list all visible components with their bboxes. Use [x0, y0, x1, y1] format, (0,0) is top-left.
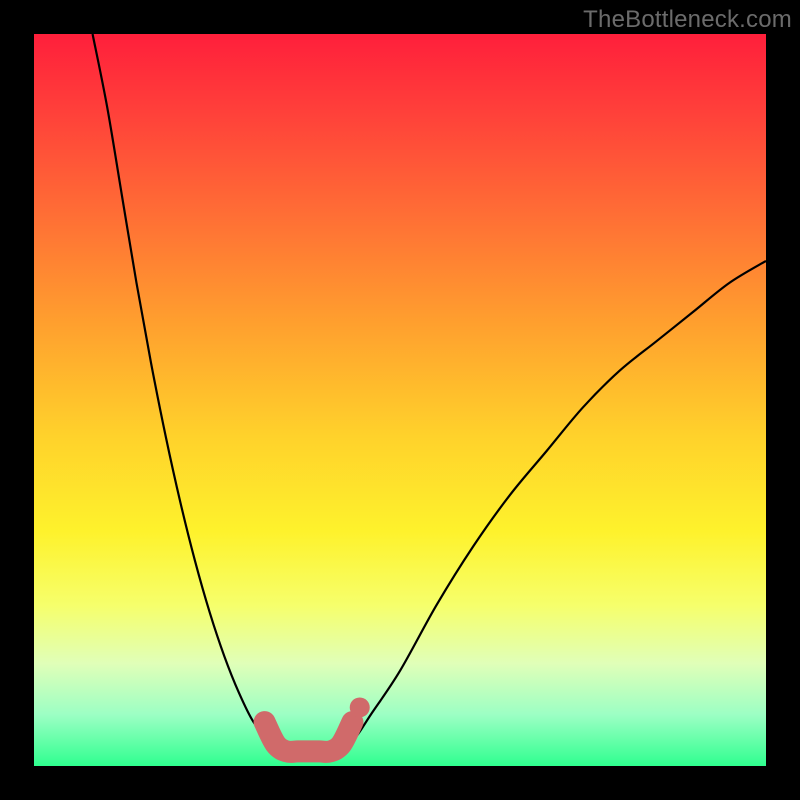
- chart-svg: [34, 34, 766, 766]
- chart-plot-area: [34, 34, 766, 766]
- left-branch-curve: [93, 34, 291, 752]
- right-branch-curve: [341, 261, 766, 751]
- watermark-text: TheBottleneck.com: [583, 6, 792, 34]
- chart-outer-frame: TheBottleneck.com: [0, 0, 800, 800]
- valley-end-dot: [350, 697, 370, 717]
- valley-highlight-curve: [265, 722, 353, 752]
